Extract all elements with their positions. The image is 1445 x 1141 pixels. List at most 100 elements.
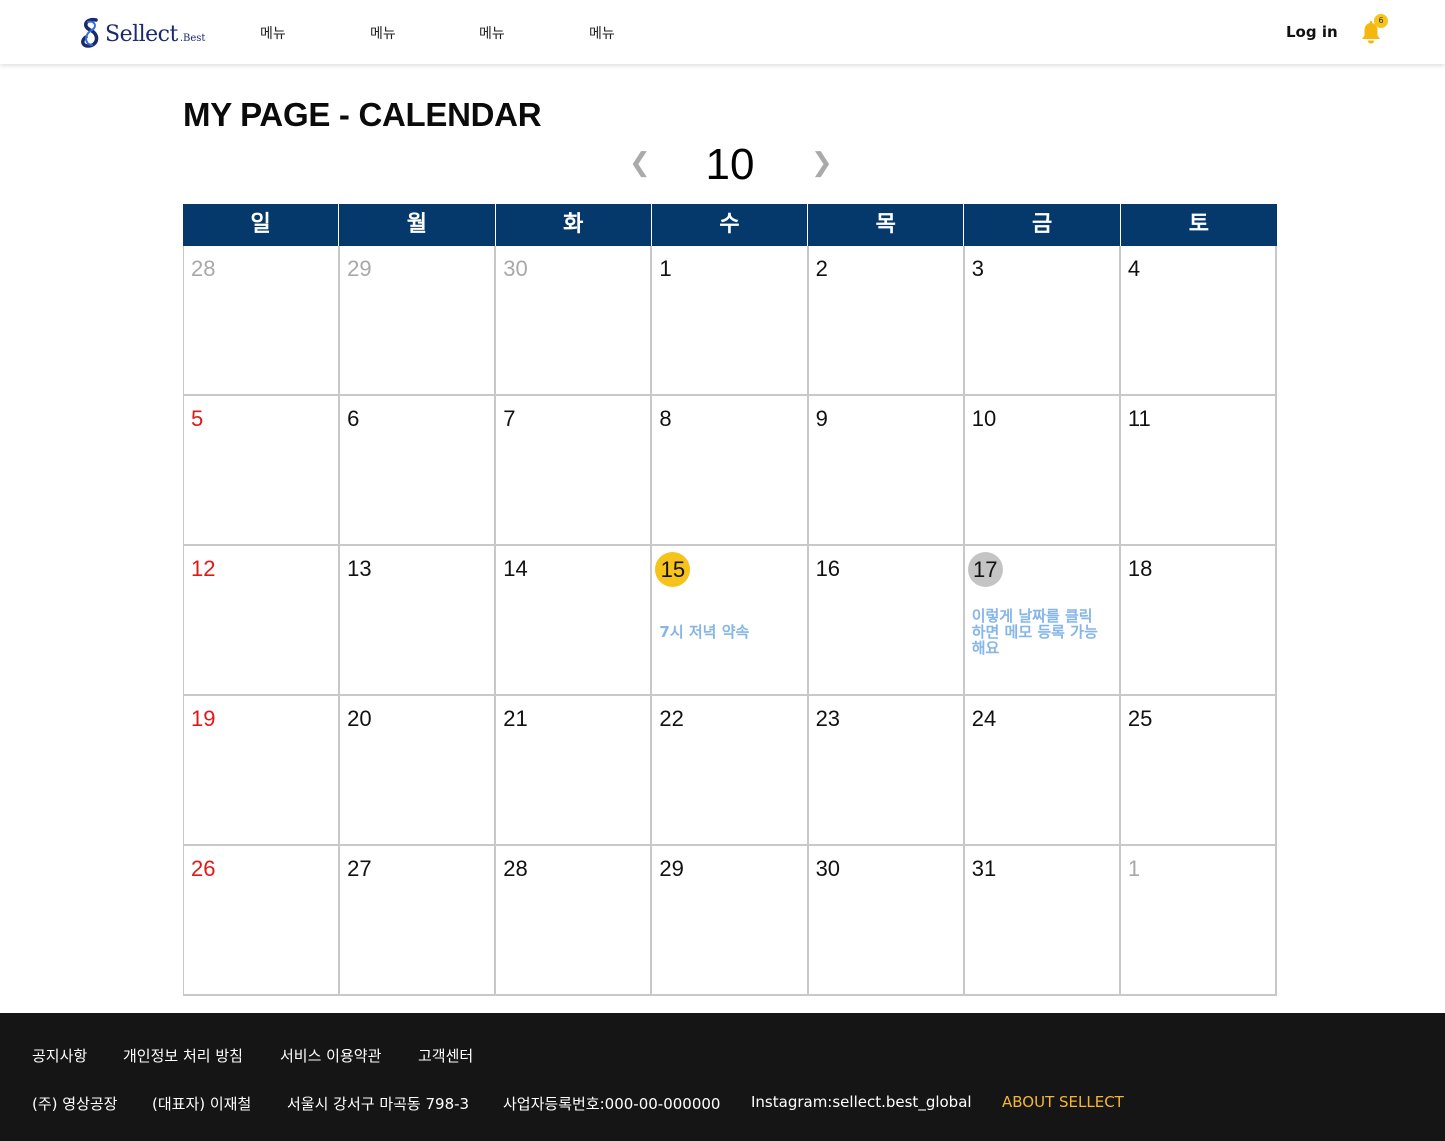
calendar-day-number: 29 [659, 856, 684, 881]
calendar-day-cell[interactable]: 6 [340, 396, 497, 546]
calendar-day-cell[interactable]: 21 [496, 696, 653, 846]
calendar-memo: 7시 저녁 약속 [659, 623, 750, 641]
calendar-day-cell[interactable]: 15 7시 저녁 약속 [652, 546, 809, 696]
weekday-fri: 금 [964, 204, 1121, 246]
site-logo[interactable]: Sellect .Best [78, 14, 205, 50]
calendar-day-number: 29 [347, 256, 372, 281]
calendar-day-number: 30 [503, 256, 528, 281]
calendar-day-cell[interactable]: 13 [340, 546, 497, 696]
logo-subtext: .Best [179, 33, 206, 44]
calendar-day-number: 28 [503, 856, 528, 881]
logo-text: Sellect [105, 22, 178, 47]
nav-menu-2[interactable]: 메뉴 [370, 23, 396, 43]
calendar-day-cell[interactable]: 26 [184, 846, 341, 996]
calendar-day-number: 23 [815, 706, 841, 731]
notification-badge: 6 [1374, 14, 1388, 28]
footer-address: 서울시 강서구 마곡동 798-3 [287, 1095, 470, 1113]
calendar-day-cell[interactable]: 30 [496, 246, 653, 396]
calendar-day-number: 15 [655, 552, 691, 587]
weekday-sun: 일 [183, 204, 340, 246]
nav-menu-3[interactable]: 메뉴 [479, 23, 505, 43]
calendar-day-number: 16 [815, 556, 841, 581]
calendar-day-cell[interactable]: 12 [184, 546, 341, 696]
calendar-day-cell[interactable]: 23 [808, 696, 965, 846]
calendar-day-number: 6 [347, 406, 360, 431]
calendar-day-number: 20 [347, 706, 372, 731]
calendar-day-cell[interactable]: 22 [652, 696, 809, 846]
calendar-day-cell[interactable]: 29 [652, 846, 809, 996]
page-title: MY PAGE - CALENDAR [183, 96, 542, 133]
footer-instagram[interactable]: Instagram:sellect.best_global [751, 1093, 972, 1111]
next-month-button[interactable]: ❯ [811, 148, 833, 178]
calendar-day-cell[interactable]: 20 [340, 696, 497, 846]
footer-link-support[interactable]: 고객센터 [418, 1045, 473, 1066]
footer-link-terms[interactable]: 서비스 이용약관 [280, 1045, 381, 1066]
calendar-day-cell[interactable]: 19 [184, 696, 341, 846]
calendar-day-cell[interactable]: 1 [652, 246, 809, 396]
calendar-day-cell[interactable]: 25 [1120, 696, 1277, 846]
calendar-day-number: 17 [967, 552, 1003, 587]
nav-menu-4[interactable]: 메뉴 [589, 23, 615, 43]
calendar-day-number: 4 [1127, 256, 1141, 281]
calendar-day-cell[interactable]: 31 [964, 846, 1121, 996]
calendar-day-number: 12 [191, 556, 216, 581]
calendar-day-cell[interactable]: 29 [340, 246, 497, 396]
calendar-day-number: 27 [347, 856, 372, 881]
footer-about-link[interactable]: ABOUT SELLECT [1002, 1093, 1124, 1111]
top-header: Sellect .Best 메뉴 메뉴 메뉴 메뉴 Log in 6 [0, 0, 1445, 64]
current-month-label: 10 [705, 140, 755, 189]
calendar-day-cell[interactable]: 18 [1120, 546, 1277, 696]
calendar-day-number: 14 [503, 556, 528, 581]
calendar-day-number: 10 [971, 406, 997, 431]
calendar-day-number: 2 [815, 256, 828, 281]
calendar-day-cell[interactable]: 28 [184, 246, 341, 396]
calendar-day-cell[interactable]: 17 이렇게 날짜를 클릭 하면 메모 등록 가능 해요 [964, 546, 1121, 696]
calendar-day-number: 31 [971, 856, 997, 881]
weekday-thu: 목 [808, 204, 965, 246]
previous-month-button[interactable]: ❮ [629, 148, 651, 178]
calendar-day-cell[interactable]: 1 [1120, 846, 1277, 996]
calendar-day-cell[interactable]: 7 [496, 396, 653, 546]
calendar-day-number: 21 [503, 706, 528, 731]
calendar-day-cell[interactable]: 5 [184, 396, 341, 546]
calendar-day-cell[interactable]: 24 [964, 696, 1121, 846]
footer-business-number: 사업자등록번호:000-00-000000 [503, 1095, 721, 1113]
calendar-day-cell[interactable]: 9 [808, 396, 965, 546]
calendar-day-cell[interactable]: 8 [652, 396, 809, 546]
calendar-day-number: 26 [191, 856, 216, 881]
calendar-memo: 이렇게 날짜를 클릭 하면 메모 등록 가능 해요 [971, 607, 1098, 657]
calendar-day-number: 1 [659, 256, 672, 281]
calendar-day-cell[interactable]: 4 [1120, 246, 1277, 396]
weekday-tue: 화 [496, 204, 652, 246]
calendar-day-number: 13 [347, 556, 372, 581]
calendar-grid: 28 29 30 1 2 3 4 5 6 7 8 9 10 11 12 13 14 15 7시 저녁 약속 16 17 이… [183, 246, 1277, 996]
calendar-day-cell[interactable]: 11 [1120, 396, 1277, 546]
calendar-day-number: 25 [1127, 706, 1153, 731]
footer-link-notice[interactable]: 공지사항 [32, 1045, 87, 1066]
calendar: 일 월 화 수 목 금 토 28 29 30 1 2 3 4 5 6 7 8 9 10 11 12 13 14 1… [183, 204, 1277, 996]
calendar-day-cell[interactable]: 2 [808, 246, 965, 396]
calendar-day-number: 7 [503, 406, 516, 431]
weekday-sat: 토 [1188, 212, 1209, 237]
login-button[interactable]: Log in [1286, 23, 1338, 41]
calendar-day-cell[interactable]: 14 [496, 546, 653, 696]
calendar-day-cell[interactable]: 27 [340, 846, 497, 996]
calendar-day-number: 18 [1127, 556, 1153, 581]
weekday-header: 일 월 화 수 목 금 토 [183, 204, 1277, 246]
calendar-day-cell[interactable]: 28 [496, 846, 653, 996]
calendar-day-cell[interactable]: 30 [808, 846, 965, 996]
calendar-day-cell[interactable]: 16 [808, 546, 965, 696]
calendar-day-number: 28 [191, 256, 216, 281]
calendar-day-cell[interactable]: 3 [964, 246, 1121, 396]
nav-menu-1[interactable]: 메뉴 [260, 23, 286, 43]
weekday-wed: 수 [652, 204, 809, 246]
footer-link-privacy[interactable]: 개인정보 처리 방침 [123, 1045, 243, 1066]
logo-mark-icon [81, 17, 99, 48]
calendar-day-number: 9 [815, 406, 828, 431]
calendar-day-cell[interactable]: 10 [964, 396, 1121, 546]
calendar-day-number: 30 [815, 856, 841, 881]
site-footer [0, 1013, 1445, 1141]
weekday-mon: 월 [339, 204, 496, 246]
footer-ceo: (대표자) 이재철 [152, 1095, 252, 1113]
calendar-day-number: 5 [191, 406, 204, 431]
